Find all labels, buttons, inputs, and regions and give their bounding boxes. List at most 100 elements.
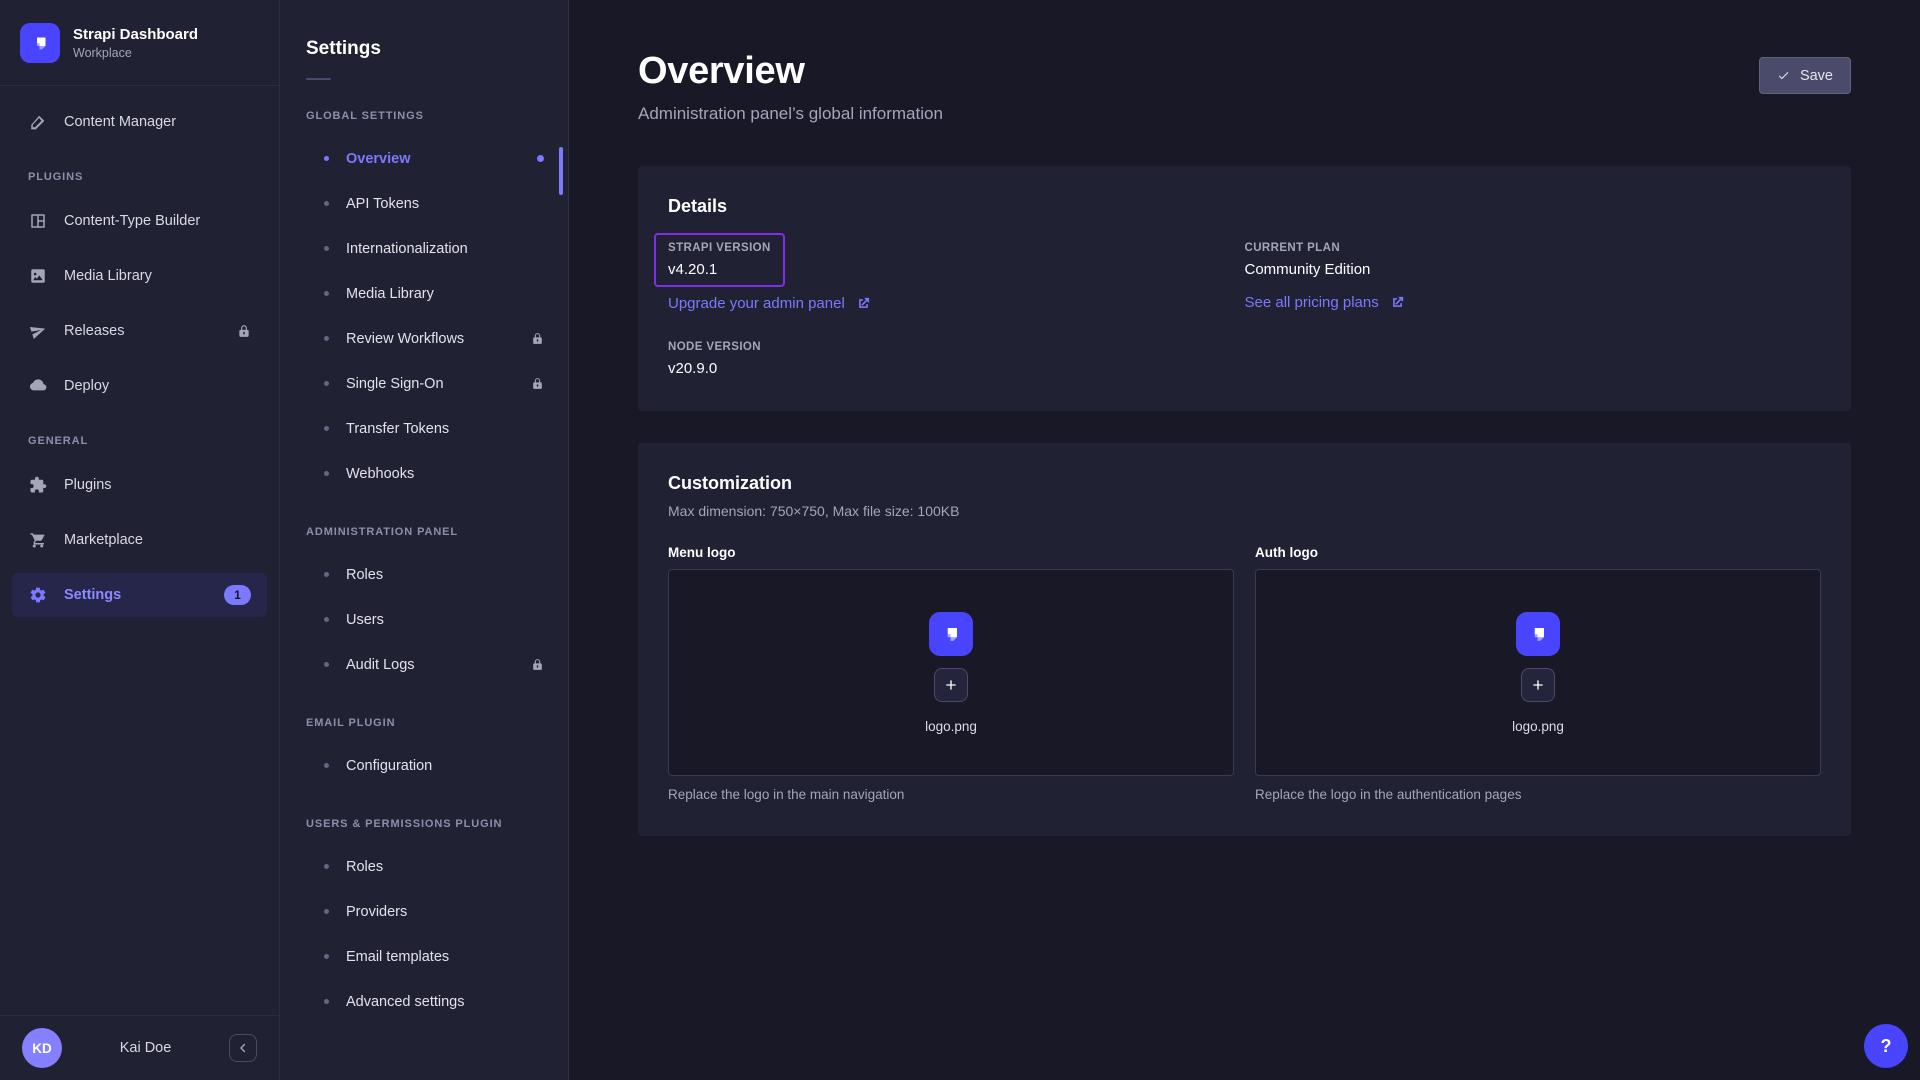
subnav-item-label: Configuration [346,758,432,774]
subnav-item-audit-logs[interactable]: Audit Logs [280,642,568,687]
add-menu-logo-button[interactable] [934,668,968,702]
customization-card: Customization Max dimension: 750×750, Ma… [638,443,1851,836]
user-name[interactable]: Kai Doe [120,1040,172,1056]
subnav-item-providers[interactable]: Providers [280,889,568,934]
strapi-logo-icon [929,612,973,656]
details-card: Details STRAPI VERSION v4.20.1 Upgrade y… [638,166,1851,411]
bullet-icon [324,572,329,577]
lock-icon [237,324,251,338]
menu-logo-upload-box[interactable]: logo.png [668,569,1234,776]
sidebar-item-label: Marketplace [64,532,143,548]
subnav-item-webhooks[interactable]: Webhooks [280,451,568,496]
subnav-scrollbar-thumb[interactable] [559,147,563,195]
subnav-item-advanced-settings[interactable]: Advanced settings [280,979,568,1024]
sidebar-item-label: Settings [64,587,121,603]
subnav-item-label: Overview [346,151,411,167]
subnav-item-label: Providers [346,904,407,920]
sidebar-item-plugins[interactable]: Plugins [12,463,267,507]
gear-icon [28,585,48,605]
subnav-item-roles-up[interactable]: Roles [280,844,568,889]
subnav-item-configuration[interactable]: Configuration [280,743,568,788]
subnav-item-single-sign-on[interactable]: Single Sign-On [280,361,568,406]
sidebar-item-media-library[interactable]: Media Library [12,254,267,298]
subnav-item-transfer-tokens[interactable]: Transfer Tokens [280,406,568,451]
help-button[interactable]: ? [1864,1024,1908,1068]
strapi-logo-icon [20,23,60,63]
subnav-item-roles-admin[interactable]: Roles [280,552,568,597]
auth-logo-section: Auth logo logo [1255,545,1821,802]
current-plan-value: Community Edition [1245,261,1822,278]
workspace-switcher[interactable]: Strapi Dashboard Workplace [0,0,279,86]
strapi-logo-icon [1516,612,1560,656]
bullet-icon [324,662,329,667]
bullet-icon [324,471,329,476]
sidebar-item-label: Releases [64,323,124,339]
cart-icon [28,530,48,550]
menu-logo-caption: Replace the logo in the main navigation [668,787,1234,802]
user-avatar[interactable]: KD [22,1028,62,1068]
strapi-version-label: STRAPI VERSION [668,242,771,254]
sidebar-item-marketplace[interactable]: Marketplace [12,518,267,562]
details-left-column: STRAPI VERSION v4.20.1 Upgrade your admi… [668,242,1245,377]
menu-logo-section: Menu logo logo [668,545,1234,802]
subnav-item-label: Single Sign-On [346,376,444,392]
bullet-icon [324,909,329,914]
subnav-item-label: API Tokens [346,196,419,212]
sidebar-item-releases[interactable]: Releases [12,309,267,353]
subnav-item-label: Internationalization [346,241,468,257]
pricing-plans-link[interactable]: See all pricing plans [1245,294,1405,311]
details-right-column: CURRENT PLAN Community Edition See all p… [1245,242,1822,377]
menu-logo-filename: logo.png [925,719,977,734]
pricing-row: See all pricing plans [1245,294,1822,312]
subnav-item-overview[interactable]: Overview [280,136,568,181]
current-plan-field: CURRENT PLAN Community Edition [1245,242,1822,278]
bullet-icon [324,864,329,869]
subnav-item-label: Email templates [346,949,449,965]
sidebar-item-settings[interactable]: Settings 1 [12,573,267,617]
details-title: Details [668,196,1821,217]
subnav-item-email-templates[interactable]: Email templates [280,934,568,979]
bullet-icon [324,763,329,768]
check-icon [1777,69,1790,82]
sidebar-section-general: GENERAL [12,435,267,447]
sidebar-nav: Content Manager PLUGINS Content-Type Bui… [0,86,279,1015]
layout-icon [28,211,48,231]
subnav-item-users[interactable]: Users [280,597,568,642]
bullet-icon [324,954,329,959]
subnav-item-media-library[interactable]: Media Library [280,271,568,316]
sidebar-collapse-button[interactable] [229,1034,257,1062]
cloud-icon [28,376,48,396]
page-header: Overview Administration panel’s global i… [638,0,1851,124]
subnav-item-label: Media Library [346,286,434,302]
node-version-field: NODE VERSION v20.9.0 [668,341,1245,377]
sidebar-item-deploy[interactable]: Deploy [12,364,267,408]
main-sidebar: Strapi Dashboard Workplace Content Manag… [0,0,280,1080]
save-button[interactable]: Save [1759,57,1851,94]
auth-logo-upload-box[interactable]: logo.png [1255,569,1821,776]
upgrade-admin-panel-link[interactable]: Upgrade your admin panel [668,295,871,312]
auth-logo-label: Auth logo [1255,545,1821,560]
subnav-item-label: Review Workflows [346,331,464,347]
page-title: Overview [638,50,943,93]
upgrade-row: Upgrade your admin panel [668,295,1245,313]
node-version-label: NODE VERSION [668,341,1245,353]
bullet-icon [324,426,329,431]
menu-logo-label: Menu logo [668,545,1234,560]
subnav-item-internationalization[interactable]: Internationalization [280,226,568,271]
external-link-icon [856,296,871,311]
add-auth-logo-button[interactable] [1521,668,1555,702]
image-icon [28,266,48,286]
subnav-divider [306,78,331,80]
settings-notification-badge: 1 [224,585,251,605]
subnav-item-label: Roles [346,567,383,583]
sidebar-item-content-type-builder[interactable]: Content-Type Builder [12,199,267,243]
subnav-title: Settings [280,38,568,60]
subnav-item-api-tokens[interactable]: API Tokens [280,181,568,226]
sidebar-item-label: Content-Type Builder [64,213,200,229]
lock-icon [531,377,544,390]
page-subtitle: Administration panel’s global informatio… [638,104,943,124]
sidebar-item-content-manager[interactable]: Content Manager [12,100,267,144]
subnav-item-review-workflows[interactable]: Review Workflows [280,316,568,361]
bullet-icon [324,381,329,386]
subnav-item-label: Users [346,612,384,628]
